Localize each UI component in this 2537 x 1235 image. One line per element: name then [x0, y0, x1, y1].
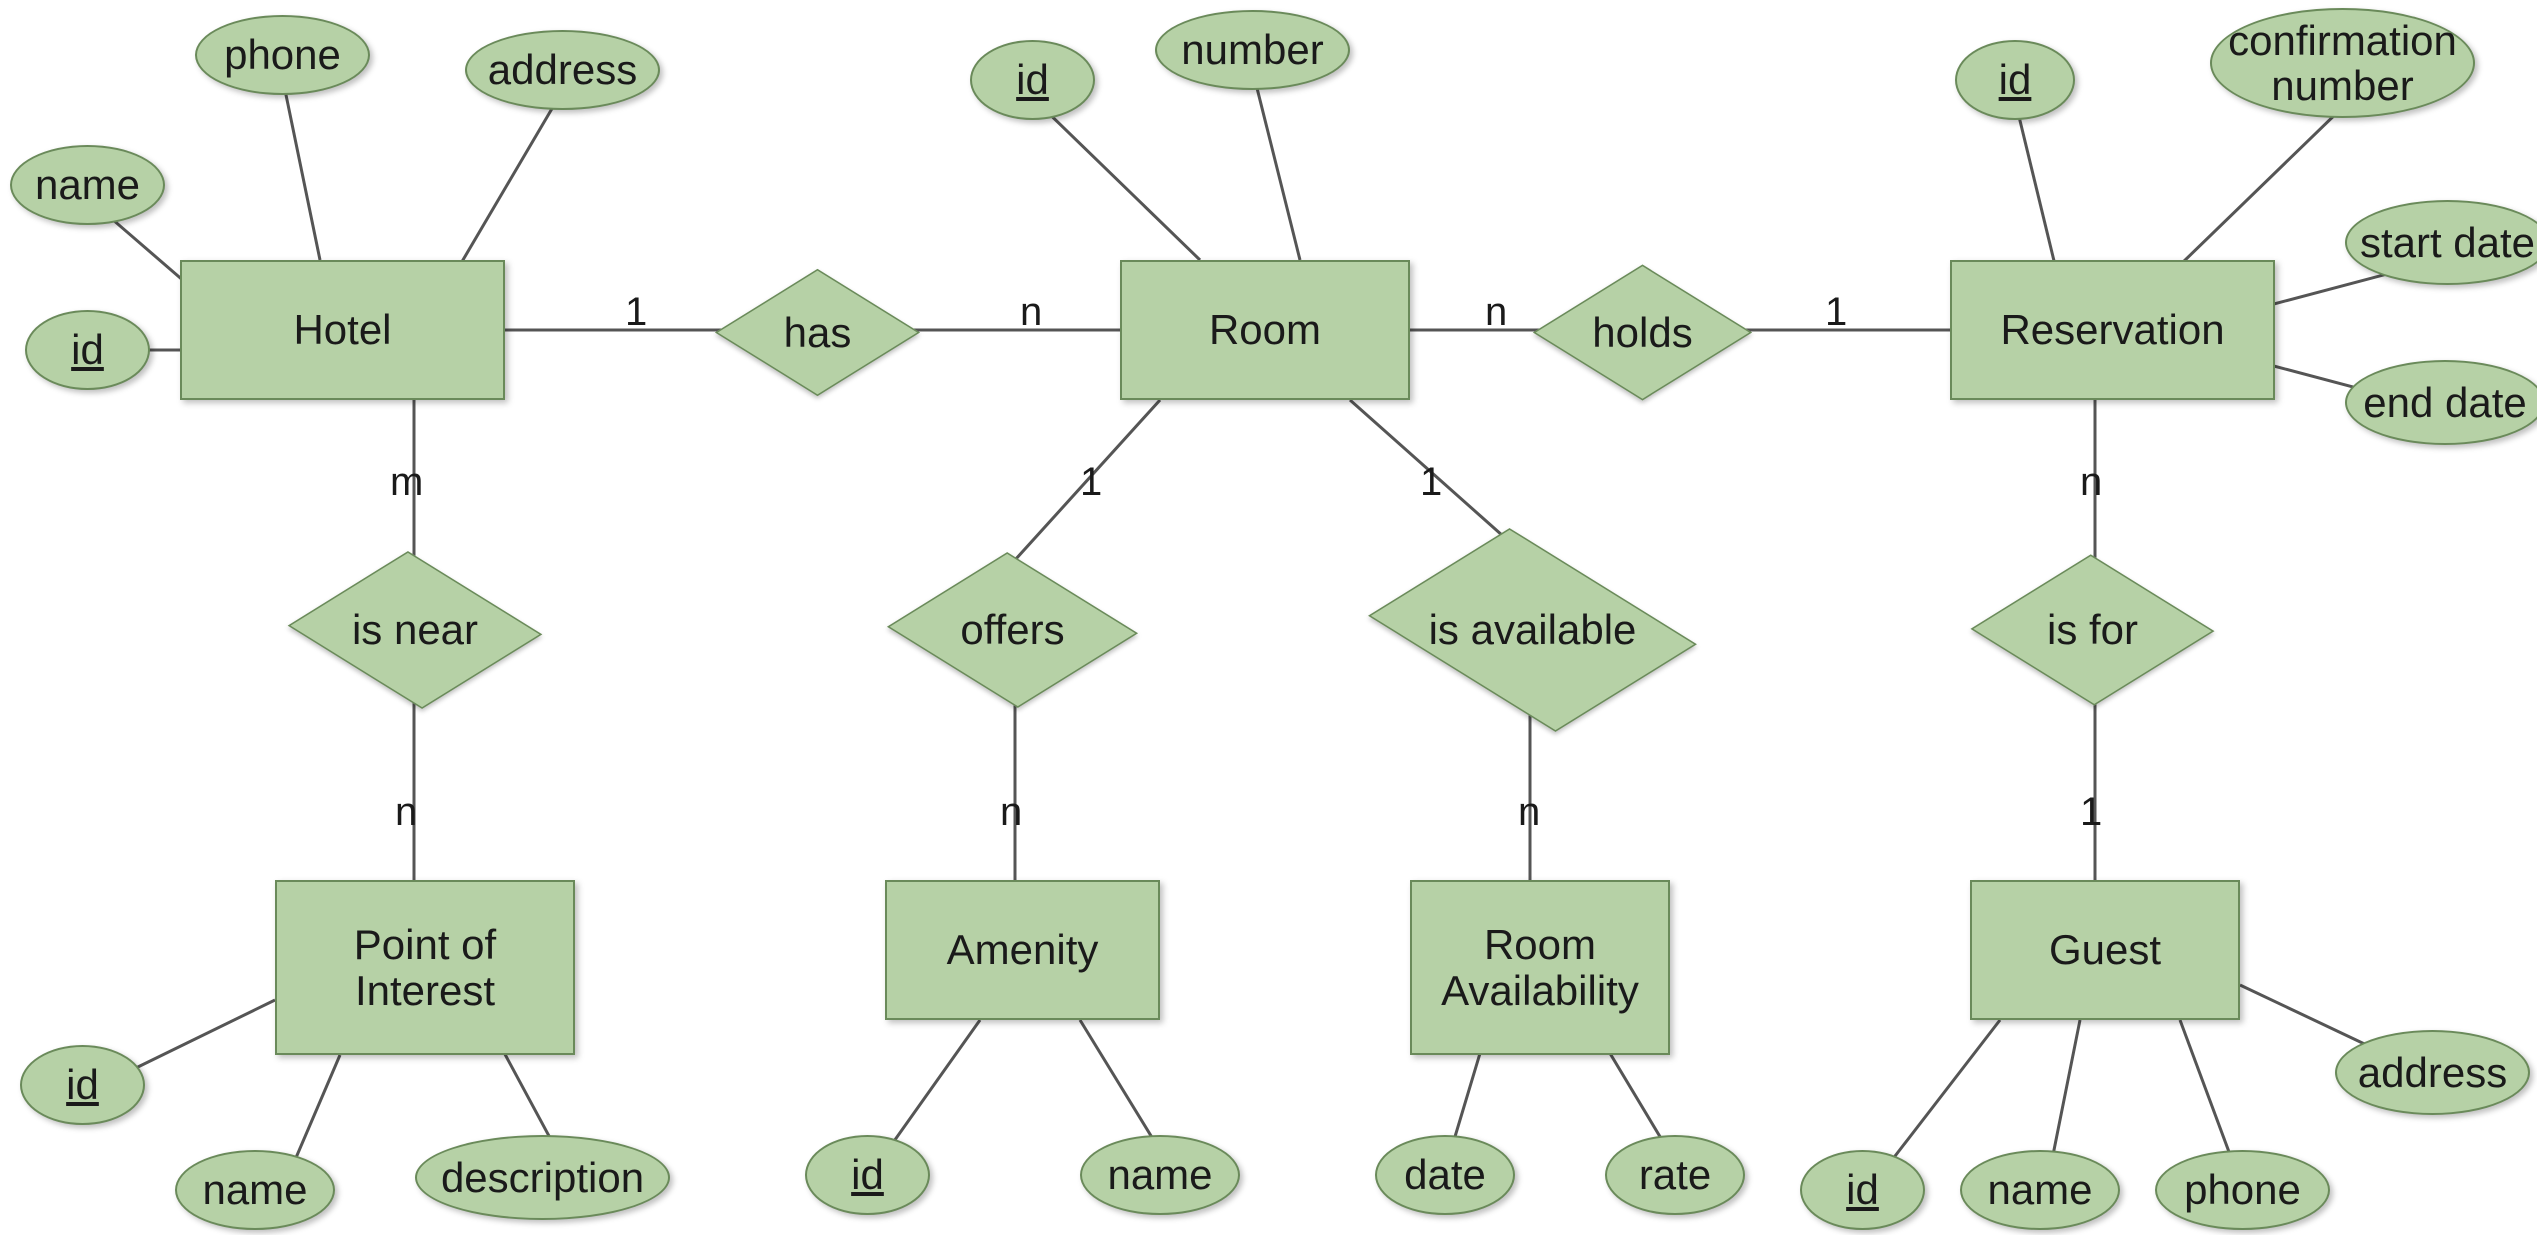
attribute-hotel-phone: phone	[195, 15, 370, 95]
relationship-is-for: is for	[2005, 545, 2180, 715]
attribute-reservation-id: id	[1955, 40, 2075, 120]
attribute-amenity-id: id	[805, 1135, 930, 1215]
relationship-offers: offers	[920, 545, 1105, 715]
attribute-guest-name: name	[1960, 1150, 2120, 1230]
relationship-is-available: is available	[1400, 530, 1665, 730]
attribute-guest-id: id	[1800, 1150, 1925, 1230]
relationship-holds: holds	[1565, 255, 1720, 410]
attribute-guest-address: address	[2335, 1030, 2530, 1115]
attribute-poi-id: id	[20, 1045, 145, 1125]
attribute-hotel-address: address	[465, 30, 660, 110]
entity-room-availability: RoomAvailability	[1410, 880, 1670, 1055]
attribute-reservation-end-date: end date	[2345, 360, 2537, 445]
attribute-room-number: number	[1155, 10, 1350, 90]
entity-amenity: Amenity	[885, 880, 1160, 1020]
attribute-guest-phone: phone	[2155, 1150, 2330, 1230]
attribute-amenity-name: name	[1080, 1135, 1240, 1215]
cardinality-reservation-isfor: n	[2080, 460, 2102, 505]
entity-room: Room	[1120, 260, 1410, 400]
cardinality-has-room: n	[1020, 290, 1042, 335]
relationship-is-near: is near	[320, 545, 510, 715]
entity-hotel: Hotel	[180, 260, 505, 400]
cardinality-offers-amenity: n	[1000, 790, 1022, 835]
attribute-hotel-name: name	[10, 145, 165, 225]
cardinality-hotel-has: 1	[625, 290, 647, 335]
cardinality-isnear-poi: n	[395, 790, 417, 835]
attribute-availability-date: date	[1375, 1135, 1515, 1215]
cardinality-holds-reservation: 1	[1825, 290, 1847, 335]
cardinality-hotel-isnear: m	[390, 460, 423, 505]
cardinality-isavail-avail: n	[1518, 790, 1540, 835]
cardinality-room-isavail: 1	[1420, 460, 1442, 505]
entity-reservation: Reservation	[1950, 260, 2275, 400]
attribute-availability-rate: rate	[1605, 1135, 1745, 1215]
entity-guest: Guest	[1970, 880, 2240, 1020]
attribute-room-id: id	[970, 40, 1095, 120]
relationship-has: has	[745, 260, 890, 405]
attribute-hotel-id: id	[25, 310, 150, 390]
attribute-reservation-start-date: start date	[2345, 200, 2537, 285]
entity-point-of-interest: Point ofInterest	[275, 880, 575, 1055]
cardinality-isfor-guest: 1	[2080, 790, 2102, 835]
cardinality-room-offers: 1	[1080, 460, 1102, 505]
er-diagram-canvas: Hotel Room Reservation Point ofInterest …	[0, 0, 2537, 1235]
attribute-poi-description: description	[415, 1135, 670, 1220]
cardinality-room-holds: n	[1485, 290, 1507, 335]
attribute-poi-name: name	[175, 1150, 335, 1230]
attribute-reservation-confirmation-number: confirmationnumber	[2210, 8, 2475, 118]
